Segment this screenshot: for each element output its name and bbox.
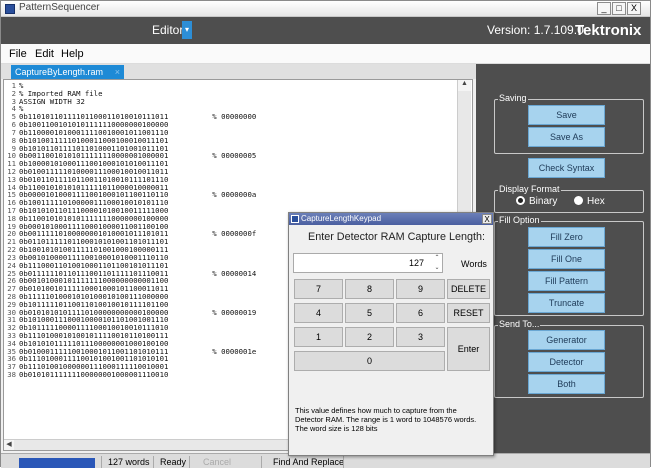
delete-button[interactable]: DELETE	[447, 279, 490, 299]
minimize-button[interactable]: _	[597, 2, 611, 15]
enter-button[interactable]: Enter	[447, 327, 490, 371]
dialog-close-button[interactable]: X	[482, 214, 492, 224]
status-separator	[343, 456, 344, 468]
mode-selector[interactable]: Editor	[152, 23, 183, 37]
fill-one-button[interactable]: Fill One	[528, 249, 605, 269]
key-5[interactable]: 5	[345, 303, 394, 323]
right-panel: Saving Save Save As Check Syntax Display…	[476, 64, 650, 453]
fill-pattern-button[interactable]: Fill Pattern	[528, 271, 605, 291]
key-6[interactable]: 6	[396, 303, 445, 323]
editor-line[interactable]: 3 ASSIGN WIDTH 32	[6, 96, 256, 106]
spin-buttons[interactable]: ⌃ ⌄	[432, 253, 442, 273]
spin-down-icon[interactable]: ⌄	[432, 263, 442, 273]
scroll-left-icon[interactable]: ◀	[4, 440, 14, 450]
tab-close-icon[interactable]: ×	[115, 65, 120, 79]
status-separator	[153, 456, 154, 468]
menu-help[interactable]: Help	[61, 48, 84, 60]
status-separator	[101, 456, 102, 468]
radio-binary[interactable]: Binary	[516, 196, 557, 207]
display-format-label: Display Format	[498, 184, 561, 194]
words-unit-label: Words	[461, 259, 487, 269]
generator-button[interactable]: Generator	[528, 330, 605, 350]
key-3[interactable]: 3	[396, 327, 445, 347]
document-tabstrip: CaptureByLength.ram ×	[1, 64, 476, 79]
radio-selected-icon	[516, 196, 525, 205]
hex-label: Hex	[587, 196, 605, 207]
save-as-button[interactable]: Save As	[528, 127, 605, 147]
chevron-down-icon[interactable]: ▾	[182, 21, 192, 39]
menu-bar: File Edit Help	[1, 44, 650, 64]
tab-capture-by-length[interactable]: CaptureByLength.ram ×	[11, 65, 124, 79]
title-bar[interactable]: PatternSequencer _ □ X	[1, 1, 650, 17]
maximize-button[interactable]: □	[612, 2, 626, 15]
menu-file[interactable]: File	[9, 48, 27, 60]
capture-length-keypad-dialog: CaptureLengthKeypad X Enter Detector RAM…	[288, 212, 494, 456]
find-replace-button[interactable]: Find And Replace	[273, 457, 344, 467]
window-title: PatternSequencer	[19, 2, 100, 13]
fill-zero-button[interactable]: Fill Zero	[528, 227, 605, 247]
app-icon	[5, 4, 15, 14]
truncate-button[interactable]: Truncate	[528, 293, 605, 313]
app-window: PatternSequencer _ □ X Editor ▾ Version:…	[0, 0, 651, 468]
radio-hex[interactable]: Hex	[574, 196, 605, 207]
dialog-app-icon	[291, 215, 299, 223]
dialog-prompt: Enter Detector RAM Capture Length:	[308, 231, 486, 243]
saving-label: Saving	[498, 93, 528, 103]
tab-label: CaptureByLength.ram	[15, 67, 104, 77]
word-count: 127 words	[108, 457, 150, 467]
key-9[interactable]: 9	[396, 279, 445, 299]
key-7[interactable]: 7	[294, 279, 343, 299]
key-8[interactable]: 8	[345, 279, 394, 299]
close-button[interactable]: X	[627, 2, 641, 15]
key-4[interactable]: 4	[294, 303, 343, 323]
scroll-up-icon[interactable]: ▲	[458, 80, 471, 91]
dialog-info-text: This value defines how much to capture f…	[295, 406, 477, 433]
radio-unselected-icon	[574, 196, 583, 205]
save-button[interactable]: Save	[528, 105, 605, 125]
status-separator	[189, 456, 190, 468]
version-label: Version: 1.7.109.0	[487, 23, 584, 37]
editor-lines: 1% 2% Imported RAM file 3 ASSIGN WIDTH 32 4%…	[6, 82, 256, 379]
key-0[interactable]: 0	[294, 351, 445, 371]
line-text: 0b01010111111100000001000001110010	[19, 370, 169, 380]
status-separator	[261, 456, 262, 468]
status-text: Ready	[160, 457, 187, 467]
fill-option-label: Fill Option	[498, 215, 541, 225]
both-button[interactable]: Both	[528, 374, 605, 394]
spin-up-icon[interactable]: ⌃	[432, 253, 442, 263]
line-text: ASSIGN WIDTH 32	[19, 96, 85, 106]
detector-button[interactable]: Detector	[528, 352, 605, 372]
dialog-title: CaptureLengthKeypad	[301, 214, 382, 223]
cancel-button[interactable]: Cancel	[203, 457, 231, 467]
binary-label: Binary	[529, 196, 558, 207]
tektronix-logo: Tektronix	[575, 22, 642, 39]
capture-length-input[interactable]: 127	[293, 253, 443, 273]
check-syntax-button[interactable]: Check Syntax	[528, 158, 605, 178]
send-to-label: Send To...	[498, 319, 541, 329]
editor-line[interactable]: 38 0b01010111111100000001000001110010	[6, 371, 256, 379]
line-number: 38	[7, 370, 16, 380]
dialog-title-bar[interactable]: CaptureLengthKeypad X	[289, 213, 493, 225]
key-2[interactable]: 2	[345, 327, 394, 347]
menu-edit[interactable]: Edit	[35, 48, 54, 60]
header-bar: Editor ▾ Version: 1.7.109.0 Tektronix	[1, 17, 650, 44]
key-1[interactable]: 1	[294, 327, 343, 347]
reset-button[interactable]: RESET	[447, 303, 490, 323]
